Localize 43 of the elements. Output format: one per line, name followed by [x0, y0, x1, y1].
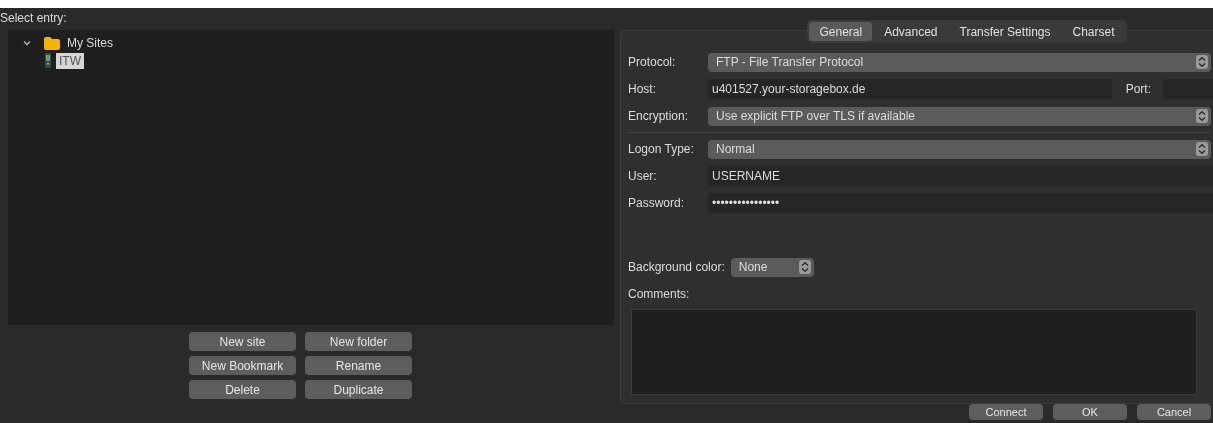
- dropdown[interactable]: None: [730, 257, 814, 277]
- field-label: Background color:: [628, 260, 725, 274]
- select-entry-label: Select entry:: [0, 10, 68, 27]
- action-button[interactable]: New site: [189, 332, 296, 351]
- field-label: Protocol:: [628, 55, 677, 69]
- field-label: Port:: [1125, 82, 1151, 96]
- field-label: Password:: [628, 196, 686, 210]
- dropdown-value: FTP - File Transfer Protocol: [716, 55, 864, 69]
- field-label: Logon Type:: [628, 142, 695, 156]
- dialog-button[interactable]: Cancel: [1137, 404, 1211, 420]
- stepper-icon: [1196, 55, 1208, 69]
- stepper-icon: [1196, 142, 1208, 156]
- input-field[interactable]: ••••••••••••••••: [708, 193, 1213, 213]
- dialog-button[interactable]: Connect: [969, 404, 1043, 420]
- dialog-button[interactable]: OK: [1053, 404, 1127, 420]
- comments-field[interactable]: [631, 309, 1197, 395]
- tree-item[interactable]: ITW: [56, 53, 84, 69]
- tab[interactable]: Advanced: [874, 22, 948, 41]
- dropdown[interactable]: Use explicit FTP over TLS if available: [708, 106, 1211, 126]
- field-label: Comments:: [628, 287, 690, 301]
- folder-icon: [44, 36, 60, 50]
- field-label: Encryption:: [628, 109, 690, 123]
- stepper-icon: [798, 260, 811, 274]
- action-button[interactable]: Delete: [189, 380, 296, 399]
- server-icon: [44, 53, 52, 69]
- action-button[interactable]: New folder: [305, 332, 412, 351]
- action-button[interactable]: Duplicate: [305, 380, 412, 399]
- dropdown-value: None: [738, 260, 768, 274]
- action-button[interactable]: Rename: [305, 356, 412, 375]
- dropdown-value: Use explicit FTP over TLS if available: [716, 109, 915, 123]
- field-label: Host:: [628, 82, 657, 96]
- dropdown-value: Normal: [716, 142, 755, 156]
- tab[interactable]: Charset: [1062, 22, 1125, 41]
- tree-item[interactable]: My Sites: [64, 35, 116, 51]
- dropdown[interactable]: FTP - File Transfer Protocol: [708, 52, 1211, 72]
- input-field[interactable]: USERNAME: [708, 166, 1213, 186]
- tab[interactable]: Transfer Settings: [949, 22, 1061, 41]
- input-field[interactable]: u401527.your-storagebox.de: [708, 79, 1112, 99]
- action-button[interactable]: New Bookmark: [189, 356, 296, 375]
- tab[interactable]: General: [809, 22, 873, 41]
- dropdown[interactable]: Normal: [708, 139, 1211, 159]
- field-label: User:: [628, 169, 658, 183]
- stepper-icon: [1196, 109, 1208, 123]
